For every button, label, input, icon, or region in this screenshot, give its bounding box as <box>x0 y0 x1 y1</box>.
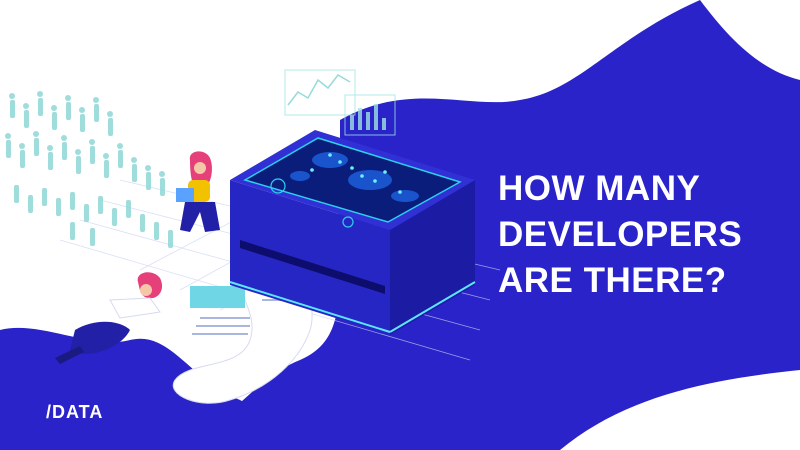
headline-line-2: DEVELOPERS <box>498 215 743 254</box>
crowd <box>5 91 173 248</box>
headline-line-1: HOW MANY <box>498 169 701 208</box>
headline-line-3: ARE THERE? <box>498 261 727 300</box>
hero-banner: HOW MANY DEVELOPERS ARE THERE? /DATA <box>0 0 800 450</box>
brand-logo: /DATA <box>46 402 104 422</box>
headline: HOW MANY DEVELOPERS ARE THERE? <box>498 166 788 304</box>
person-with-laptop <box>176 151 220 232</box>
